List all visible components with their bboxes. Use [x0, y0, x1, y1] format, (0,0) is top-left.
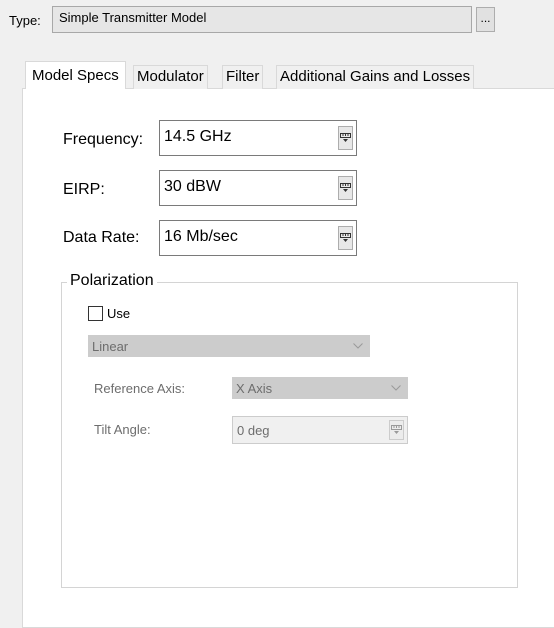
tab-additional-gains-losses[interactable]: Additional Gains and Losses [276, 65, 475, 89]
browse-model-button[interactable]: ... [476, 7, 495, 32]
tilt-angle-value: 0 deg [237, 423, 270, 438]
polarization-type-value: Linear [92, 339, 129, 354]
tab-filter[interactable]: Filter [222, 65, 264, 89]
data-rate-field[interactable]: 16 Mb/sec [159, 220, 357, 256]
unit-selector-icon[interactable] [389, 420, 404, 440]
tab-modulator[interactable]: Modulator [133, 65, 208, 89]
type-label: Type: [9, 13, 41, 28]
polarization-title: Polarization [67, 272, 157, 290]
use-polarization-label: Use [107, 306, 131, 321]
frequency-value: 14.5 GHz [164, 128, 232, 145]
chevron-down-icon [353, 343, 363, 349]
data-rate-label: Data Rate: [63, 229, 140, 246]
tilt-angle-field[interactable]: 0 deg [232, 416, 408, 444]
use-polarization-checkbox[interactable] [88, 306, 103, 321]
eirp-value: 30 dBW [164, 178, 221, 195]
unit-selector-icon[interactable] [338, 126, 353, 150]
reference-axis-value: X Axis [236, 381, 273, 396]
reference-axis-label: Reference Axis: [94, 381, 186, 396]
data-rate-value: 16 Mb/sec [164, 228, 238, 245]
model-type-field: Simple Transmitter Model [52, 6, 472, 33]
frequency-label: Frequency: [63, 131, 144, 148]
frequency-field[interactable]: 14.5 GHz [159, 120, 357, 156]
eirp-label: EIRP: [63, 181, 105, 198]
polarization-type-select[interactable]: Linear [88, 335, 370, 357]
eirp-field[interactable]: 30 dBW [159, 170, 357, 206]
unit-selector-icon[interactable] [338, 226, 353, 250]
tab-model-specs[interactable]: Model Specs [25, 61, 126, 89]
reference-axis-select[interactable]: X Axis [232, 377, 408, 399]
tilt-angle-label: Tilt Angle: [94, 422, 151, 437]
unit-selector-icon[interactable] [338, 176, 353, 200]
chevron-down-icon [391, 385, 401, 391]
